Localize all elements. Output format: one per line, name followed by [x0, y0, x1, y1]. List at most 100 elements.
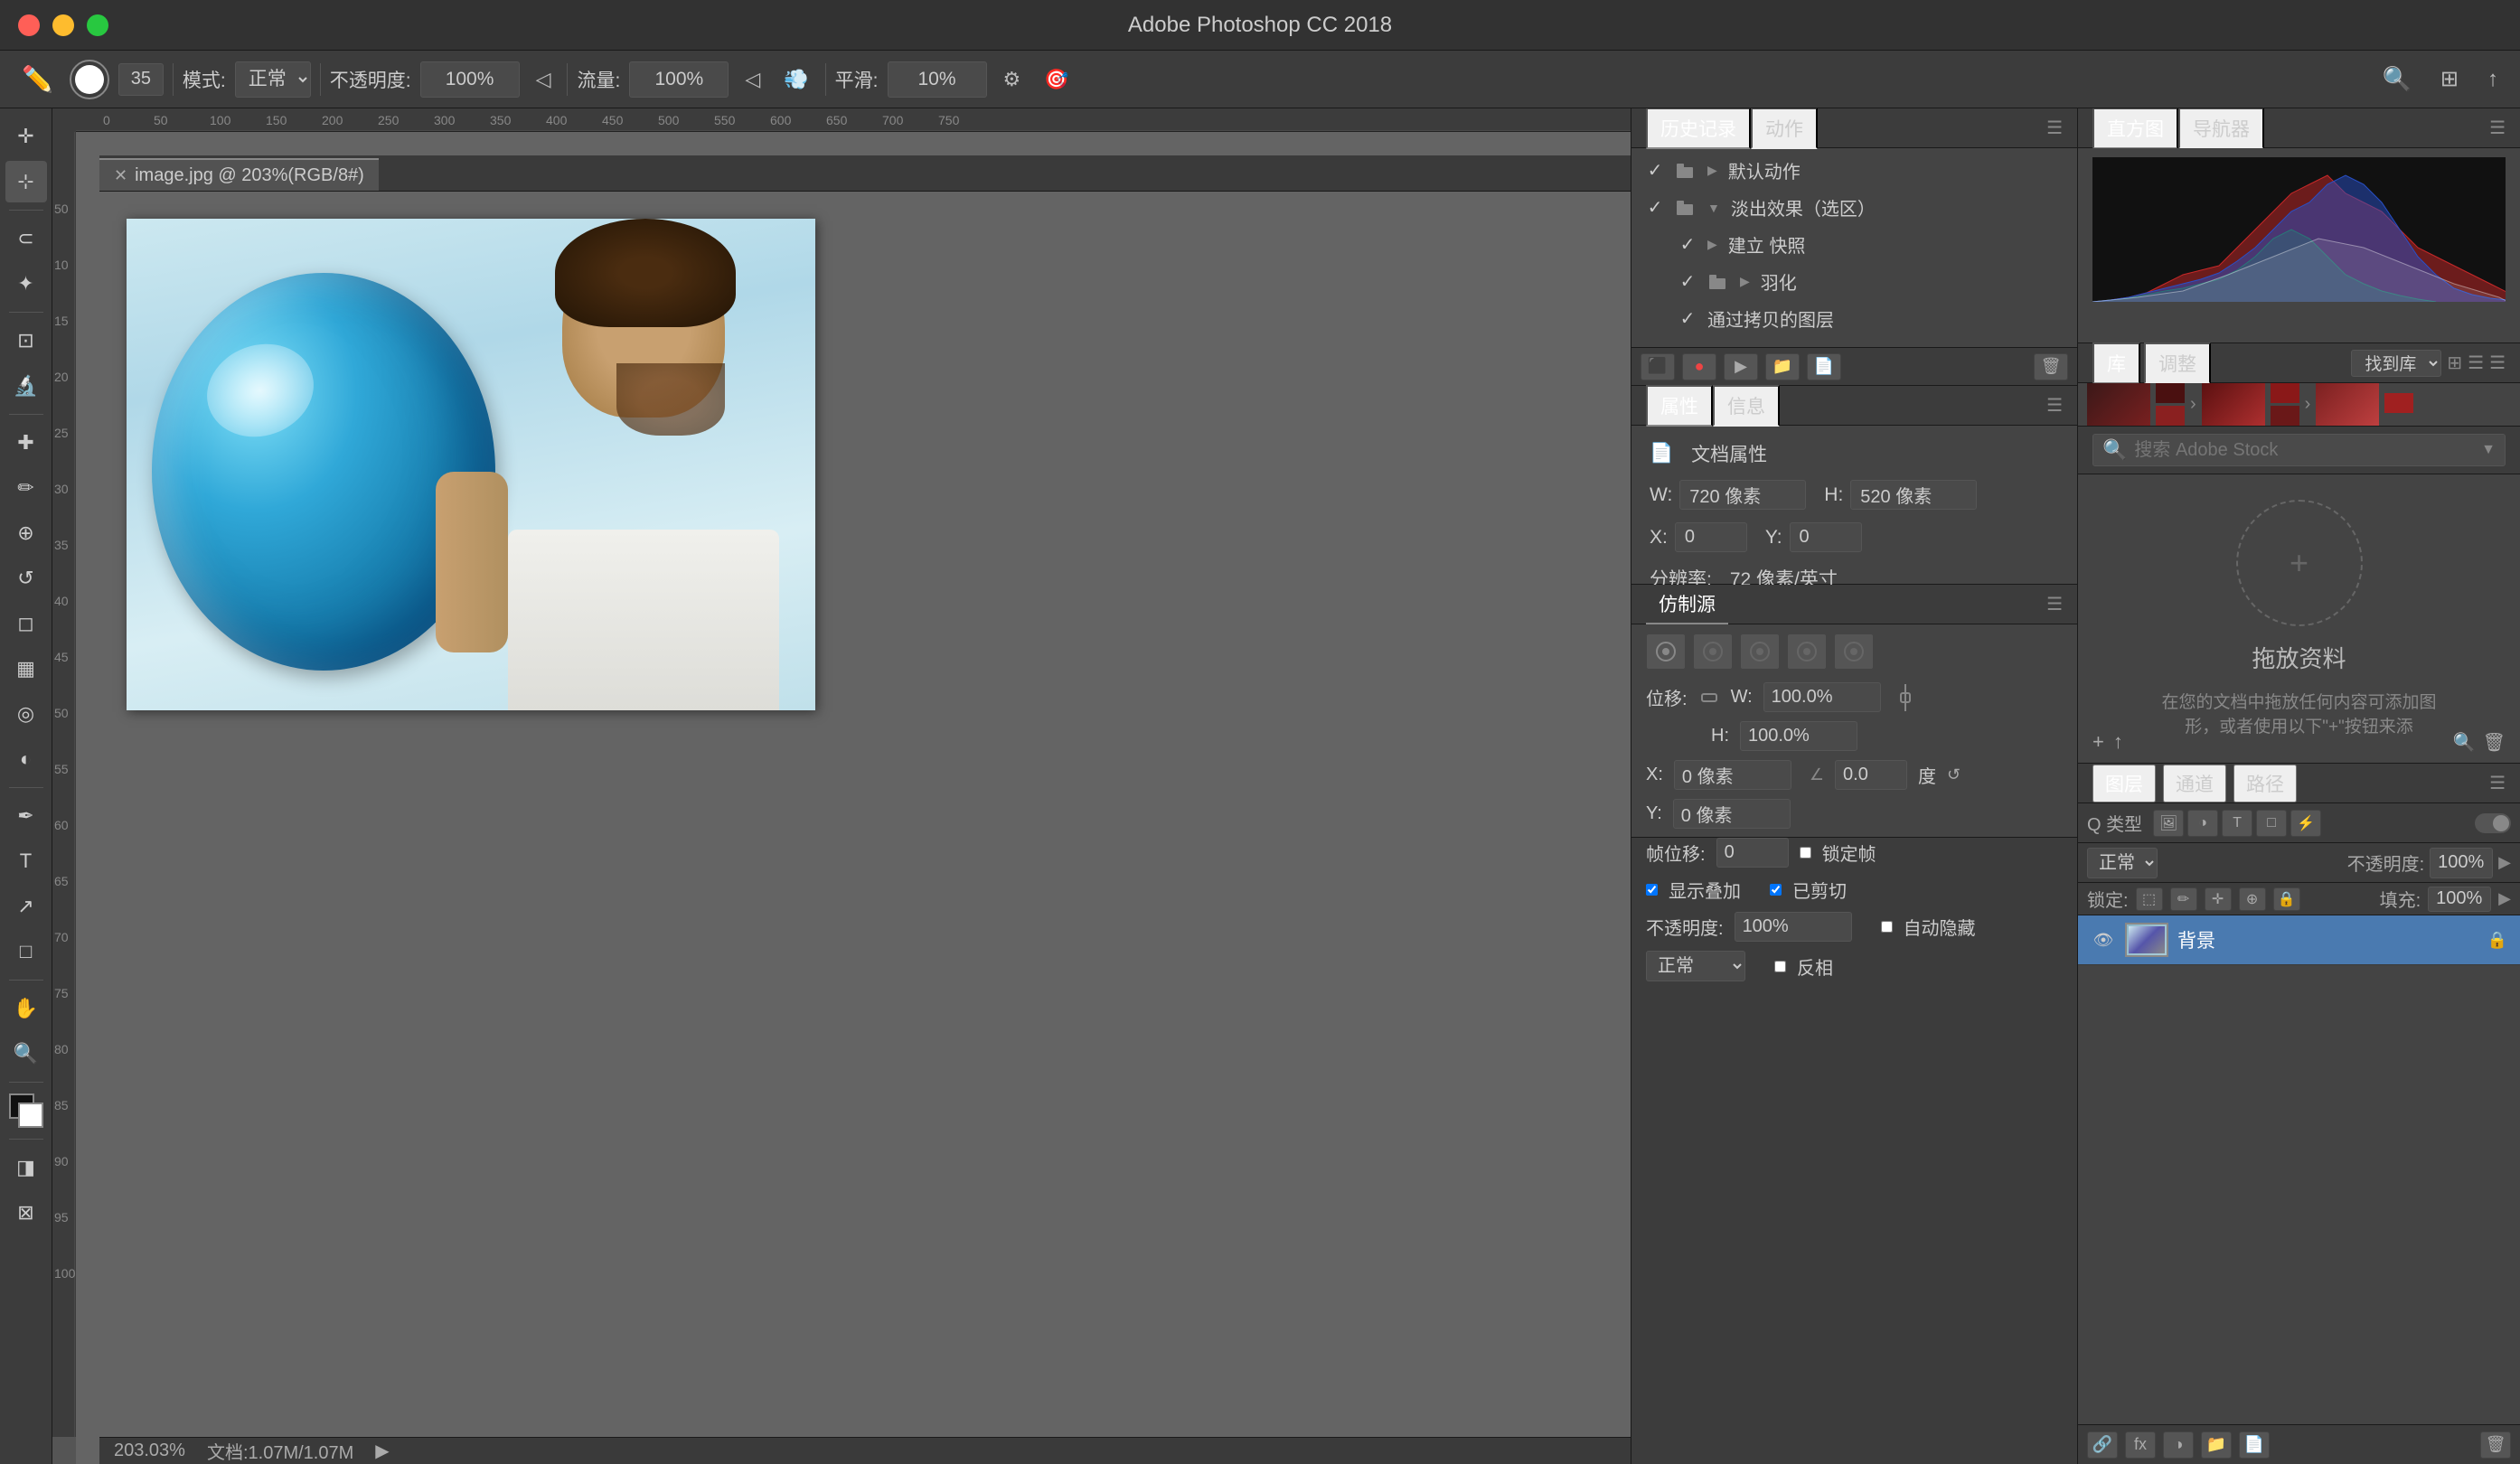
clone-w-input[interactable]: 100.0%	[1763, 682, 1881, 712]
canvas-content[interactable]	[99, 192, 1631, 1437]
selection-tool[interactable]: ⊹	[5, 161, 47, 202]
hand-tool[interactable]: ✋	[5, 988, 47, 1029]
move-tool[interactable]: ✛	[5, 116, 47, 157]
width-input[interactable]: 720 像素	[1679, 480, 1806, 510]
stock-search-bar[interactable]: 🔍 ▼	[2092, 434, 2506, 466]
eraser-tool[interactable]: ◻	[5, 603, 47, 644]
history-brush-tool[interactable]: ↺	[5, 558, 47, 599]
gradient-tool[interactable]: ▦	[5, 648, 47, 690]
clone-src-2[interactable]	[1693, 633, 1733, 670]
dodge-tool[interactable]: ◐	[5, 738, 47, 780]
path-tool[interactable]: ↗	[5, 886, 47, 927]
y-input[interactable]: 0	[1790, 522, 1862, 552]
stamp-tool[interactable]: ⊕	[5, 512, 47, 554]
close-button[interactable]	[18, 14, 40, 36]
lock-frame-check[interactable]	[1800, 847, 1811, 859]
magic-wand-tool[interactable]: ✦	[5, 263, 47, 305]
swatch-1[interactable]	[2087, 383, 2150, 426]
lasso-tool[interactable]: ⊂	[5, 218, 47, 259]
smooth-settings[interactable]: ⚙	[996, 64, 1029, 95]
library-menu-btn[interactable]: ☰	[2489, 352, 2506, 374]
history-item-5[interactable]: ✓ 通过拷贝的图层	[1631, 300, 2077, 337]
swatch-s4[interactable]	[2271, 406, 2299, 426]
reset-angle-btn[interactable]: ↺	[1947, 765, 1961, 784]
tab-channels[interactable]: 通道	[2163, 765, 2226, 802]
tab-library[interactable]: 库	[2092, 343, 2140, 384]
clone-src-5[interactable]	[1834, 633, 1874, 670]
blend-mode-dropdown[interactable]: 正常	[2087, 848, 2158, 878]
stock-add-btn[interactable]: +	[2092, 730, 2104, 754]
height-input[interactable]: 520 像素	[1850, 480, 1977, 510]
blur-tool[interactable]: ◎	[5, 693, 47, 735]
tab-histogram[interactable]: 直方图	[2092, 108, 2178, 149]
swatch-s2[interactable]	[2156, 406, 2185, 426]
opacity-toggle[interactable]: ◁	[529, 64, 559, 95]
history-item-4[interactable]: ✓ ▶ 羽化	[1631, 263, 2077, 300]
maximize-button[interactable]	[87, 14, 108, 36]
lock-brush[interactable]: ✏	[2170, 887, 2197, 911]
filter-adjust-btn[interactable]: ◑	[2187, 810, 2218, 837]
swatch-s1[interactable]	[2156, 383, 2185, 403]
library-grid-btn[interactable]: ⊞	[2447, 352, 2462, 374]
filter-type-btn[interactable]: T	[2222, 810, 2252, 837]
brush-tool-icon[interactable]: ✏️	[14, 61, 61, 98]
x-input[interactable]: 0	[1675, 522, 1747, 552]
tab-history[interactable]: 历史记录	[1646, 108, 1751, 149]
color-swatches[interactable]	[9, 1093, 43, 1128]
swatch-2[interactable]	[2202, 383, 2265, 426]
auto-hide-check[interactable]	[1881, 921, 1893, 933]
history-menu-btn[interactable]: ☰	[2046, 117, 2063, 139]
tab-layers[interactable]: 图层	[2092, 765, 2156, 802]
delete-layer-btn[interactable]: 🗑	[2480, 1431, 2511, 1459]
link-layers-btn[interactable]: 🔗	[2087, 1431, 2118, 1459]
new-layer-btn[interactable]: 📄	[2239, 1431, 2270, 1459]
fill-arrow[interactable]: ▶	[2498, 889, 2511, 908]
new-group-btn[interactable]: 📁	[2201, 1431, 2232, 1459]
brush-tool[interactable]: ✏	[5, 467, 47, 509]
clone-opacity-input[interactable]: 100%	[1735, 912, 1852, 942]
layers-menu-btn[interactable]: ☰	[2489, 772, 2506, 794]
add-mask-btn[interactable]: ◑	[2163, 1431, 2194, 1459]
clone-frame-input[interactable]: 0	[1716, 838, 1789, 868]
tab-info[interactable]: 信息	[1713, 385, 1780, 427]
clone-y-input[interactable]: 0 像素	[1673, 799, 1791, 829]
library-dropdown[interactable]: 找到库	[2351, 350, 2441, 377]
filter-pixel-btn[interactable]: 🖼	[2153, 810, 2184, 837]
swatch-3[interactable]	[2316, 383, 2379, 426]
lock-artboard[interactable]: ⊕	[2239, 887, 2266, 911]
tab-actions[interactable]: 动作	[1751, 108, 1818, 149]
opacity-input-layers[interactable]: 100%	[2430, 848, 2493, 878]
flow-input[interactable]: 100%	[629, 61, 729, 98]
lock-all[interactable]: 🔒	[2273, 887, 2300, 911]
properties-menu-btn[interactable]: ☰	[2046, 394, 2063, 417]
histogram-menu-btn[interactable]: ☰	[2489, 117, 2506, 139]
new-action-btn[interactable]: 📄	[1807, 353, 1841, 380]
stock-trash-btn[interactable]: 🗑	[2483, 731, 2506, 754]
search-icon[interactable]: 🔍	[2375, 61, 2419, 97]
stock-upload-btn[interactable]: ↑	[2113, 730, 2123, 754]
filter-smart-btn[interactable]: ⚡	[2290, 810, 2321, 837]
screen-mode[interactable]: ⊠	[5, 1192, 47, 1234]
new-set-btn[interactable]: 📁	[1765, 353, 1800, 380]
fill-input[interactable]: 100%	[2428, 887, 2491, 912]
angle-input[interactable]: 0.0	[1835, 760, 1907, 790]
history-item-2[interactable]: ✓ ▼ 淡出效果（选区）	[1631, 189, 2077, 226]
document-tab[interactable]: ✕ image.jpg @ 203%(RGB/8#)	[99, 158, 379, 191]
history-item-3[interactable]: ✓ ▶ 建立 快照	[1631, 226, 2077, 263]
text-tool[interactable]: T	[5, 840, 47, 882]
lock-move[interactable]: ✛	[2205, 887, 2232, 911]
arrange-icon[interactable]: ⊞	[2433, 62, 2466, 96]
crop-tool[interactable]: ⊡	[5, 320, 47, 361]
clone-h-input[interactable]: 100.0%	[1740, 721, 1857, 751]
lock-checkerboard[interactable]: ⬚	[2136, 887, 2163, 911]
mask-mode[interactable]: ◨	[5, 1147, 47, 1188]
clone-mode-select[interactable]: 正常	[1646, 951, 1745, 981]
opacity-arrow[interactable]: ▶	[2498, 853, 2511, 872]
zoom-tool[interactable]: 🔍	[5, 1033, 47, 1075]
filter-shape-btn[interactable]: □	[2256, 810, 2287, 837]
clipped-check[interactable]	[1770, 884, 1782, 896]
show-overlay-check[interactable]	[1646, 884, 1658, 896]
brush-size[interactable]: 35	[118, 63, 164, 96]
opacity-input[interactable]: 100%	[420, 61, 520, 98]
smooth-extra[interactable]: 🎯	[1037, 64, 1076, 95]
